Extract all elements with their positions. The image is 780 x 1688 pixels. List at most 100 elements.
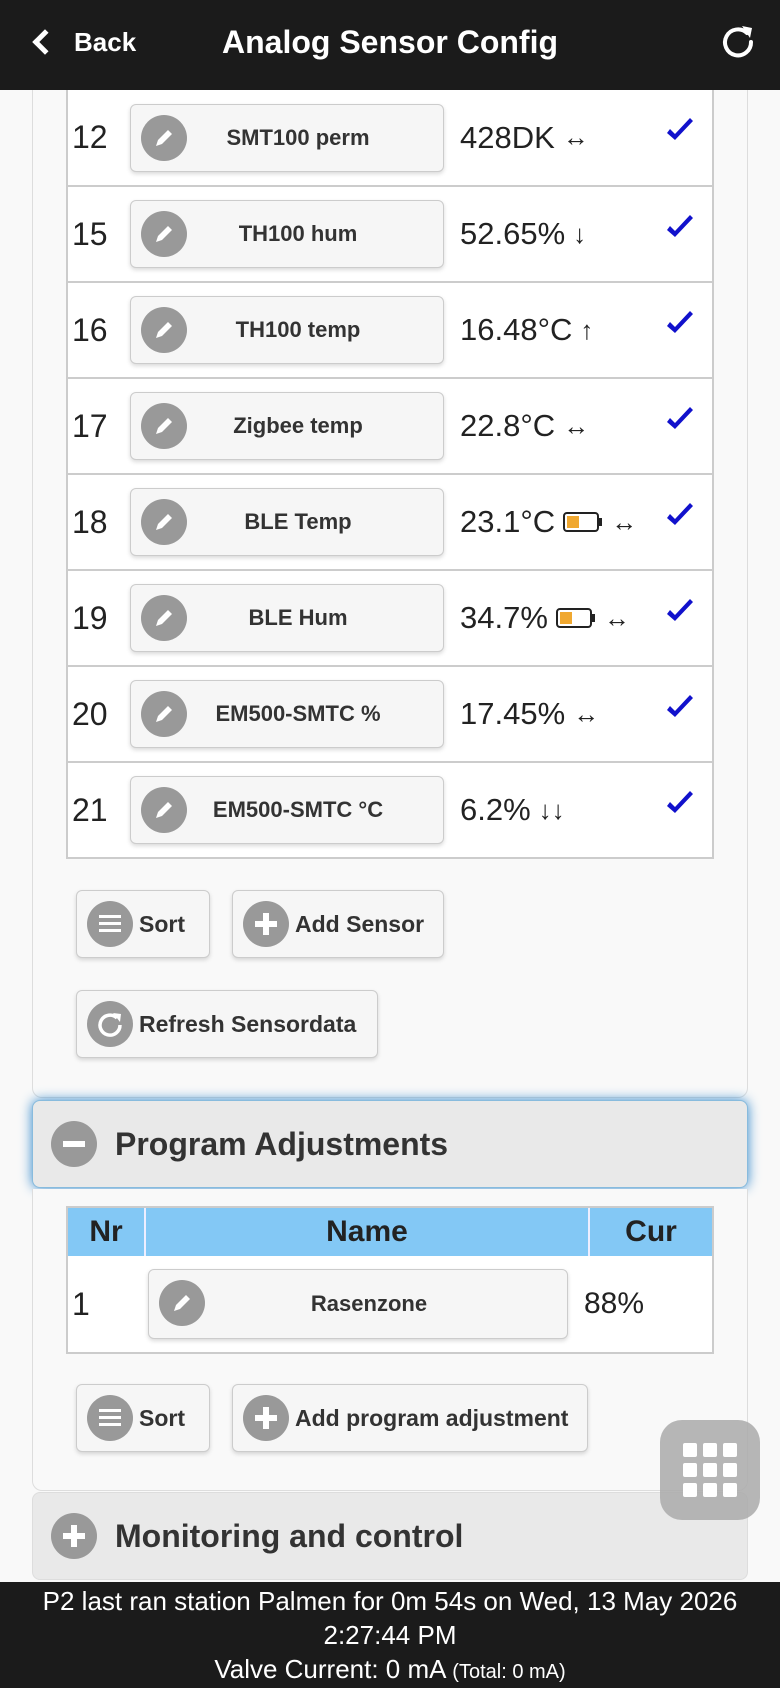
keypad-dot <box>723 1443 737 1457</box>
valve-current: Valve Current: 0 mA <box>214 1654 446 1684</box>
pencil-icon <box>141 307 187 353</box>
table-row: 15 TH100 hum 52.65% ↓ <box>68 185 712 281</box>
sensor-nr: 21 <box>72 791 108 828</box>
sensor-nr: 20 <box>72 695 108 732</box>
sensor-table: 12 SMT100 perm 428DK ↔ 15 TH100 hum 52.6… <box>66 90 714 859</box>
pencil-icon <box>141 211 187 257</box>
sensor-name: Zigbee temp <box>233 413 363 438</box>
minus-icon <box>51 1121 97 1167</box>
trend-indicator: ↔ <box>573 698 600 729</box>
pencil-icon <box>141 114 187 161</box>
trend-indicator: ↔ <box>563 410 590 441</box>
sensor-reading: 52.65% <box>460 216 566 251</box>
table-header: Nr Name Cur <box>68 1208 712 1256</box>
column-header-cur: Cur <box>625 1215 677 1248</box>
sensor-name: TH100 temp <box>235 317 361 342</box>
edit-sensor-button[interactable]: Zigbee temp <box>130 392 444 460</box>
enabled-check-icon <box>667 791 693 813</box>
last-run-time: 2:27:44 PM <box>323 1620 457 1650</box>
program-adjustments-table: Nr Name Cur 1 Rasenzone 88% <box>66 1206 714 1354</box>
sensor-value: 16.48°C ↑ <box>460 312 660 348</box>
sensor-reading: 6.2% <box>460 792 531 827</box>
trend-indicator: ↑ <box>580 314 594 345</box>
column-header-name: Name <box>146 1208 590 1256</box>
plus-icon <box>51 1513 97 1559</box>
edit-sensor-button[interactable]: BLE Hum <box>130 584 444 652</box>
edit-adjustment-button[interactable]: Rasenzone <box>148 1269 568 1339</box>
sensor-reading: 22.8°C <box>460 408 556 443</box>
sensor-nr: 19 <box>72 599 108 636</box>
edit-sensor-button[interactable]: SMT100 perm <box>130 103 444 172</box>
sort-adjustments-button[interactable]: Sort <box>76 1384 210 1452</box>
monitoring-title: Monitoring and control <box>115 1517 464 1554</box>
trend-indicator: ↓ <box>573 218 587 249</box>
sensor-name: TH100 hum <box>238 221 358 246</box>
sensor-name: SMT100 perm <box>226 124 370 150</box>
sensor-nr: 17 <box>72 407 108 444</box>
trend-indicator: ↓↓ <box>538 794 565 825</box>
sensor-nr: 12 <box>72 119 108 155</box>
pencil-icon <box>159 1280 205 1326</box>
keypad-icon[interactable] <box>660 1420 760 1520</box>
sensor-nr: 18 <box>72 503 108 540</box>
edit-sensor-button[interactable]: EM500-SMTC % <box>130 680 444 748</box>
valve-total: (Total: 0 mA) <box>452 1661 566 1683</box>
trend-indicator: ↔ <box>611 506 638 537</box>
refresh-icon <box>87 1001 133 1047</box>
edit-sensor-button[interactable]: TH100 temp <box>130 296 444 364</box>
enabled-check-icon <box>667 695 693 717</box>
table-row: 17 Zigbee temp 22.8°C ↔ <box>68 377 712 473</box>
adjustment-name: Rasenzone <box>310 1291 428 1316</box>
page-title: Analog Sensor Config <box>222 24 558 60</box>
keypad-dot <box>723 1483 737 1497</box>
add-sensor-button[interactable]: Add Sensor <box>232 890 444 958</box>
program-adjustments-header[interactable]: Program Adjustments <box>32 1100 748 1188</box>
plus-icon <box>243 901 289 947</box>
pencil-icon <box>141 691 187 737</box>
table-row: 12 SMT100 perm 428DK ↔ <box>68 90 712 185</box>
program-adjustments-title: Program Adjustments <box>115 1125 449 1162</box>
valve-current-line: Valve Current: 0 mA (Total: 0 mA) <box>0 1652 780 1688</box>
keypad-dot <box>683 1463 697 1477</box>
refresh-label: Refresh Sensordata <box>139 1010 357 1037</box>
sensor-nr: 16 <box>72 311 108 348</box>
refresh-sensordata-button[interactable]: Refresh Sensordata <box>76 990 378 1058</box>
enabled-check-icon <box>667 407 693 429</box>
list-icon <box>87 1395 133 1441</box>
edit-sensor-button[interactable]: EM500-SMTC °C <box>130 776 444 844</box>
sensor-value: 6.2% ↓↓ <box>460 792 660 828</box>
keypad-dot <box>703 1483 717 1497</box>
edit-sensor-button[interactable]: BLE Temp <box>130 488 444 556</box>
enabled-check-icon <box>667 599 693 621</box>
sensor-value: 17.45% ↔ <box>460 696 660 732</box>
header-bar: Back Analog Sensor Config <box>0 0 780 90</box>
monitoring-header[interactable]: Monitoring and control <box>32 1492 748 1580</box>
pencil-icon <box>141 787 187 833</box>
edit-sensor-button[interactable]: TH100 hum <box>130 200 444 268</box>
sort-label: Sort <box>139 910 185 937</box>
sort-sensors-button[interactable]: Sort <box>76 890 210 958</box>
keypad-dot <box>723 1463 737 1477</box>
sort-label: Sort <box>139 1404 185 1431</box>
sensor-value: 52.65% ↓ <box>460 216 660 252</box>
add-program-adjustment-button[interactable]: Add program adjustment <box>232 1384 588 1452</box>
sensor-reading: 17.45% <box>460 696 566 731</box>
enabled-check-icon <box>667 215 693 237</box>
adjustment-nr: 1 <box>72 1285 90 1322</box>
sensor-value: 23.1°C ↔ <box>460 504 660 540</box>
adjustment-current: 88% <box>584 1287 645 1320</box>
enabled-check-icon <box>667 311 693 333</box>
list-icon <box>87 901 133 947</box>
trend-indicator: ↔ <box>562 122 589 152</box>
pencil-icon <box>141 499 187 545</box>
last-run-status: P2 last ran station Palmen for 0m 54s on… <box>42 1586 738 1616</box>
status-footer: P2 last ran station Palmen for 0m 54s on… <box>0 1582 780 1688</box>
enabled-check-icon <box>667 503 693 525</box>
sensor-name: BLE Temp <box>244 509 352 534</box>
table-row: 18 BLE Temp 23.1°C ↔ <box>68 473 712 569</box>
sensor-reading: 34.7% <box>460 600 548 635</box>
sensor-value: 22.8°C ↔ <box>460 408 660 444</box>
add-adjustment-label: Add program adjustment <box>295 1404 569 1431</box>
refresh-icon[interactable] <box>716 20 760 64</box>
battery-icon <box>563 512 603 532</box>
